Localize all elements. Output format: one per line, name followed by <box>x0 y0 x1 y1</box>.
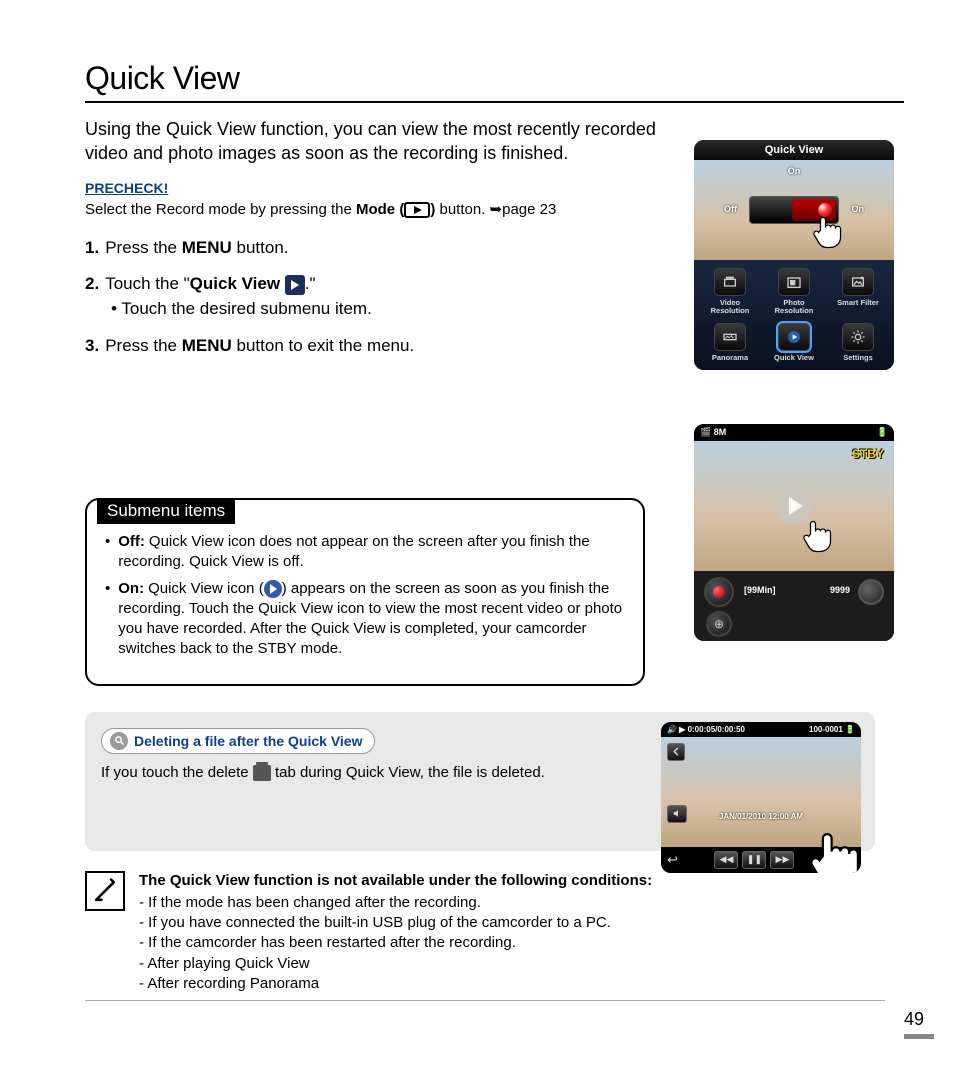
play-round-icon <box>264 580 282 598</box>
device-menu: Quick View On Off On Video Resolution Ph… <box>694 140 894 370</box>
device-menu-grid: Video Resolution Photo Resolution Smart … <box>694 260 894 370</box>
note-body: The Quick View function is not available… <box>139 871 652 995</box>
submenu-title: Submenu items <box>97 498 235 524</box>
pause-button[interactable]: ❚❚ <box>742 851 766 869</box>
zoom-button[interactable]: ⊕ <box>706 611 732 637</box>
hand-cursor-icon <box>808 210 848 250</box>
note-item: - If the camcorder has been restarted af… <box>139 933 652 953</box>
toggle-on-label: On <box>852 204 865 214</box>
menu-video-resolution[interactable]: Video Resolution <box>700 266 760 317</box>
toggle-off-label: Off <box>724 204 737 214</box>
steps-list: 1.Press the MENU button. 2.Touch the "Qu… <box>85 236 635 359</box>
note-item: - If you have connected the built-in USB… <box>139 913 652 933</box>
page-number: 49 <box>904 1009 934 1039</box>
page-title: Quick View <box>85 60 904 103</box>
note-item: - After playing Quick View <box>139 954 652 974</box>
shots-remain-label: 9999 <box>830 585 850 595</box>
standby-controls: ⊕ [99Min] 9999 <box>694 571 894 641</box>
playback-topbar: 🔊 ▶ 0:00:05/0:00:50 100-0001 🔋 <box>661 722 861 737</box>
note-icon <box>85 871 125 911</box>
tip-box: Deleting a file after the Quick View If … <box>85 712 875 851</box>
hand-cursor-icon <box>801 821 861 873</box>
note-item: - After recording Panorama <box>139 974 652 994</box>
step-1: 1.Press the MENU button. <box>85 236 635 261</box>
step-2-sub: • Touch the desired submenu item. <box>85 297 635 322</box>
quickview-icon <box>285 275 305 295</box>
magnify-icon <box>110 732 128 750</box>
step-2: 2.Touch the "Quick View ." • Touch the d… <box>85 272 635 321</box>
toggle-state-label: On <box>788 166 801 176</box>
timestamp-label: JAN/01/2010 12:00 AM <box>661 812 861 821</box>
step-3: 3.Press the MENU button to exit the menu… <box>85 334 635 359</box>
submenu-box: Submenu items • Off:Quick View icon does… <box>85 498 645 686</box>
device-menu-title: Quick View <box>694 140 894 160</box>
hand-cursor-icon <box>798 514 838 554</box>
time-remain-label: [99Min] <box>744 585 776 595</box>
menu-settings[interactable]: Settings <box>828 321 888 364</box>
device-standby: 🎬 8M 🔋 STBY ⊕ [99Min] 9999 <box>694 424 894 641</box>
menu-quick-view[interactable]: Quick View <box>764 321 824 364</box>
precheck-link[interactable]: PRECHECK! <box>85 180 168 196</box>
stby-label: STBY <box>852 447 884 461</box>
tip-pill: Deleting a file after the Quick View <box>101 728 375 754</box>
mode-icon <box>404 202 430 218</box>
camera-button[interactable] <box>858 579 884 605</box>
menu-photo-resolution[interactable]: Photo Resolution <box>764 266 824 317</box>
submenu-on: • On:Quick View icon () appears on the s… <box>105 579 625 660</box>
device-playback: 🔊 ▶ 0:00:05/0:00:50 100-0001 🔋 JAN/01/20… <box>661 722 861 873</box>
return-button[interactable]: ↩ <box>667 852 678 868</box>
intro-text: Using the Quick View function, you can v… <box>85 117 665 166</box>
standby-topbar: 🎬 8M 🔋 <box>694 424 894 441</box>
submenu-list: • Off:Quick View icon does not appear on… <box>105 532 625 660</box>
tip-pill-label: Deleting a file after the Quick View <box>134 733 362 749</box>
menu-smart-filter[interactable]: Smart Filter <box>828 266 888 317</box>
back-arrow-button[interactable] <box>667 743 685 761</box>
menu-panorama[interactable]: Panorama <box>700 321 760 364</box>
note-row: The Quick View function is not available… <box>85 871 885 1002</box>
record-button[interactable] <box>704 577 734 607</box>
note-item: - If the mode has been changed after the… <box>139 893 652 913</box>
rewind-button[interactable]: ◀◀ <box>714 851 738 869</box>
delete-icon <box>253 765 271 781</box>
forward-button[interactable]: ▶▶ <box>770 851 794 869</box>
submenu-off: • Off:Quick View icon does not appear on… <box>105 532 625 573</box>
